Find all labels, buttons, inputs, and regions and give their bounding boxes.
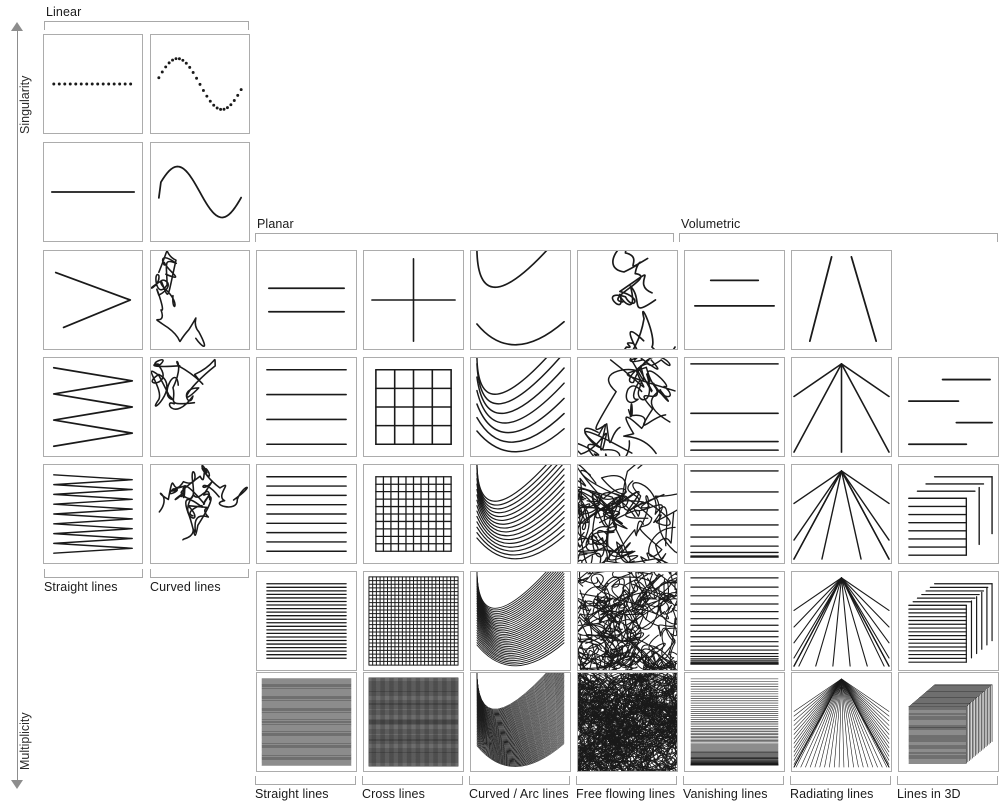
cell-arc-16 [470, 464, 571, 564]
cell-parallel-4 [256, 357, 357, 457]
cell-box3d-22 [898, 571, 999, 671]
cell-radiate-5 [791, 357, 892, 457]
cell-box3d-sparse [898, 357, 999, 457]
column-bracket-lower-5 [790, 776, 891, 785]
group-label-planar: Planar [257, 217, 294, 231]
cell-flow-180 [577, 672, 678, 772]
column-label-lower-2: Curved / Arc lines [469, 787, 569, 801]
cell-radiate-2 [791, 250, 892, 350]
cell-grid-5 [363, 357, 464, 457]
group-bracket-volumetric [679, 233, 998, 242]
cell-curved-squiggle-1 [150, 250, 250, 350]
cell-vanish-4 [684, 357, 785, 457]
axis-multiplicity: Multiplicity [4, 600, 32, 790]
cell-curved-squiggle-2 [150, 357, 250, 457]
cell-parallel-2 [256, 250, 357, 350]
cell-flow-22 [577, 464, 678, 564]
cell-arc-7 [470, 357, 571, 457]
axis-stem-middle [4, 190, 30, 602]
cell-straight-zigzag-3 [43, 464, 143, 564]
cell-curved-squiggle-3 [150, 464, 250, 564]
cell-straight-dotted [43, 34, 143, 134]
cell-vanish-20 [684, 571, 785, 671]
cell-grid-11 [363, 464, 464, 564]
cell-vanish-70 [684, 672, 785, 772]
column-label-lower-0: Straight lines [255, 787, 329, 801]
group-bracket-planar [255, 233, 674, 242]
column-label-upper-1: Curved lines [150, 580, 221, 594]
cell-curved-dotted [150, 34, 250, 134]
column-bracket-lower-2 [469, 776, 570, 785]
cell-radiate-12 [791, 464, 892, 564]
group-label-linear: Linear [46, 5, 82, 19]
cell-box3d-12 [898, 464, 999, 564]
cell-box3d-80 [898, 672, 999, 772]
cell-radiate-90 [791, 672, 892, 772]
cell-curved-single [150, 142, 250, 242]
cell-flow-3 [577, 250, 678, 350]
column-bracket-lower-1 [362, 776, 463, 785]
column-label-lower-3: Free flowing lines [576, 787, 676, 801]
column-label-upper-0: Straight lines [44, 580, 118, 594]
column-bracket-lower-3 [576, 776, 677, 785]
column-bracket-lower-0 [255, 776, 356, 785]
cell-parallel-22 [256, 571, 357, 671]
column-label-lower-1: Cross lines [362, 787, 425, 801]
cell-flow-48 [577, 571, 678, 671]
cell-grid-25 [363, 571, 464, 671]
cell-arc-2 [470, 250, 571, 350]
cell-straight-zigzag-1 [43, 250, 143, 350]
group-bracket-linear [44, 21, 249, 30]
axis-label-multiplicity: Multiplicity [18, 712, 32, 770]
cell-arc-110 [470, 672, 571, 772]
cell-vanish-9 [684, 464, 785, 564]
cell-flow-9 [577, 357, 678, 457]
column-bracket-lower-6 [897, 776, 998, 785]
column-bracket-lower-4 [683, 776, 784, 785]
column-label-lower-6: Lines in 3D [897, 787, 961, 801]
cell-cross-1 [363, 250, 464, 350]
column-bracket-upper-0 [44, 569, 143, 578]
axis-label-singularity: Singularity [18, 75, 32, 134]
cell-vanish-2 [684, 250, 785, 350]
group-label-volumetric: Volumetric [681, 217, 741, 231]
column-label-lower-4: Vanishing lines [683, 787, 768, 801]
column-bracket-upper-1 [150, 569, 249, 578]
cell-radiate-26 [791, 571, 892, 671]
cell-straight-single [43, 142, 143, 242]
cell-grid-80 [363, 672, 464, 772]
column-label-lower-5: Radiating lines [790, 787, 874, 801]
cell-arc-34 [470, 571, 571, 671]
cell-straight-zigzag-2 [43, 357, 143, 457]
arrow-down-icon [11, 780, 23, 789]
axis-singularity: Singularity [4, 22, 32, 192]
cell-parallel-80 [256, 672, 357, 772]
cell-parallel-9 [256, 464, 357, 564]
